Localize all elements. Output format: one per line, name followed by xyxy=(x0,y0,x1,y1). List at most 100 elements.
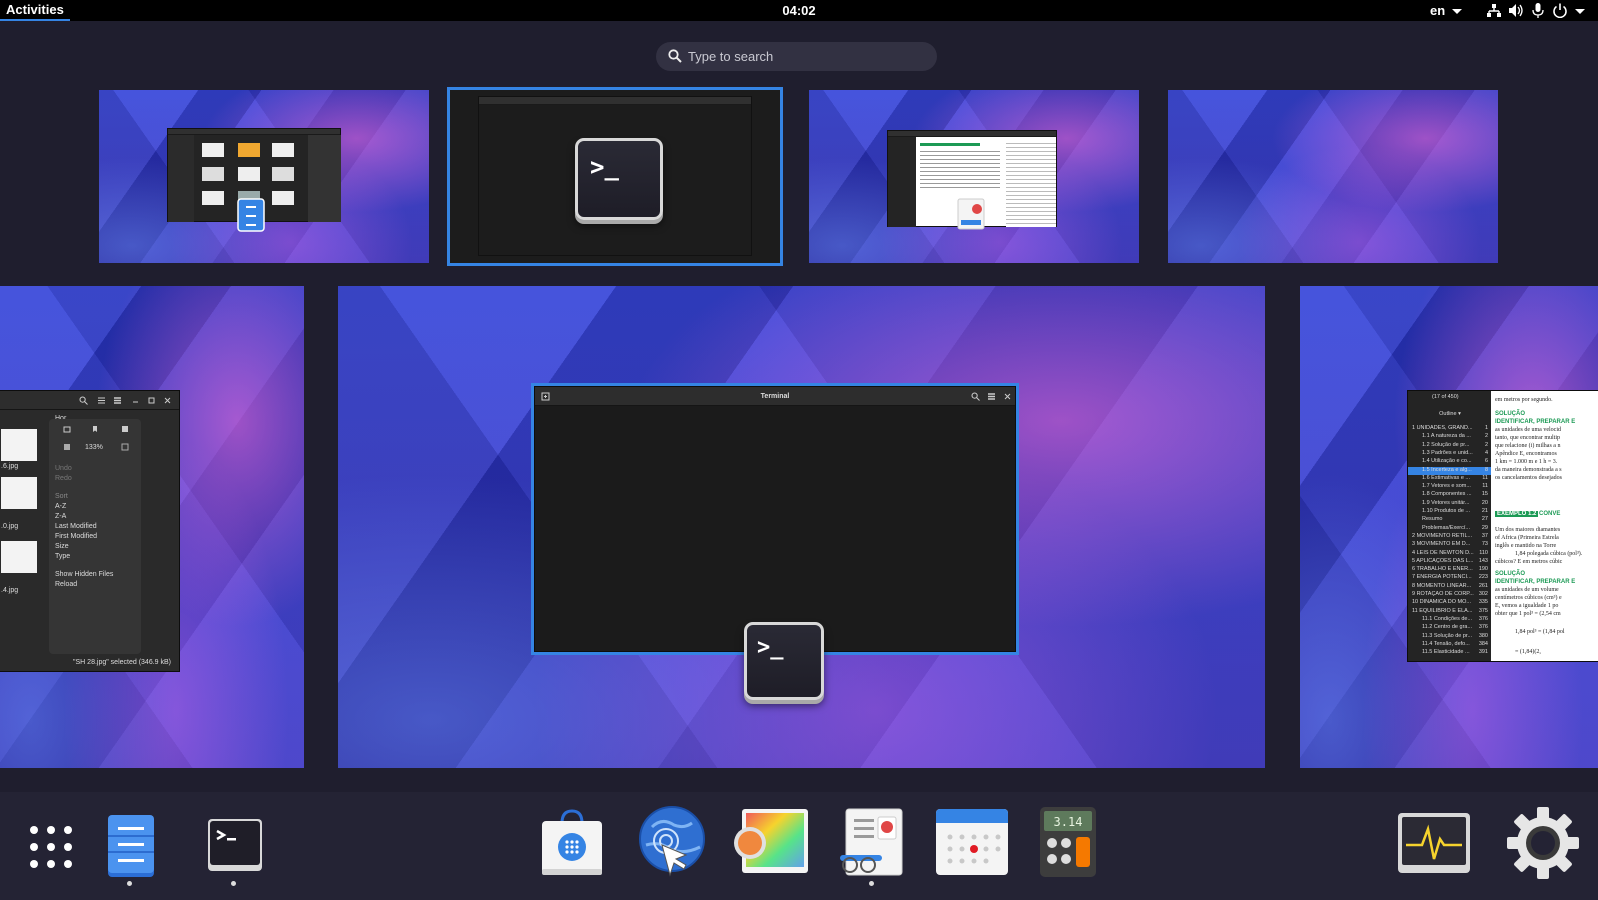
outline-item[interactable]: 8 MOMENTO LINEAR... 261 xyxy=(1408,583,1491,591)
file-thumbnail[interactable] xyxy=(1,541,37,573)
menu-item-undo[interactable]: Undo xyxy=(55,465,72,472)
outline-item[interactable]: 1.3 Padrões e unid... 4 xyxy=(1408,450,1491,458)
outline-item-label: 3 MOVIMENTO EM D... xyxy=(1412,541,1471,548)
microphone-icon[interactable] xyxy=(1530,3,1546,18)
zoom-in-icon[interactable] xyxy=(121,443,129,451)
file-thumbnail[interactable] xyxy=(1,477,37,509)
outline-item[interactable]: 11 EQUILÍBRIO E ELA... 375 xyxy=(1408,608,1491,616)
outline-item[interactable]: 1.1 A natureza da ... 2 xyxy=(1408,433,1491,441)
outline-item[interactable]: 1 UNIDADES, GRAND... 1 xyxy=(1408,425,1491,433)
outline-item-label: 1.3 Padrões e unid... xyxy=(1422,449,1473,456)
outline-item[interactable]: 11.4 Tensão, defo... 384 xyxy=(1408,641,1491,649)
outline-item-label: 7 ENERGIA POTENCI... xyxy=(1412,574,1472,581)
search-input[interactable] xyxy=(688,42,928,71)
menu-item-type[interactable]: Type xyxy=(55,553,70,560)
outline-item-label: 2 MOVIMENTO RETIL... xyxy=(1412,532,1473,539)
menu-item-first-modified[interactable]: First Modified xyxy=(55,533,97,540)
files-window[interactable]: Hor .6.jpg .0.jpg .4.jpg 133% Undo Redo … xyxy=(0,390,180,672)
outline-dropdown[interactable]: Outline ▾ xyxy=(1412,411,1488,417)
new-tab-icon[interactable] xyxy=(541,392,550,401)
page-text-line: em metros por segundo. xyxy=(1495,397,1553,403)
system-menu-chevron-icon[interactable] xyxy=(1574,3,1586,18)
document-viewer-window[interactable]: (17 of 450) Outline ▾ 1 UNIDADES, GRAND.… xyxy=(1407,390,1598,662)
outline-item-label: 1.5 Incerteza e alg... xyxy=(1422,466,1472,473)
calendar-icon xyxy=(936,809,1008,875)
minimize-icon[interactable] xyxy=(131,396,140,405)
dock-item-software[interactable] xyxy=(536,803,608,881)
menu-item-sort-za[interactable]: Z-A xyxy=(55,513,66,520)
outline-item[interactable]: 5 APLICAÇÕES DAS L... 143 xyxy=(1408,558,1491,566)
search-entry[interactable] xyxy=(656,42,937,71)
outline-item[interactable]: 3 MOVIMENTO EM D... 73 xyxy=(1408,541,1491,549)
terminal-window[interactable]: Terminal xyxy=(531,383,1019,655)
outline-item[interactable]: 1.4 Utilização e co... 6 xyxy=(1408,458,1491,466)
maximize-icon[interactable] xyxy=(147,396,156,405)
outline-item[interactable]: 1.2 Solução de pr... 2 xyxy=(1408,442,1491,450)
power-icon[interactable] xyxy=(1552,3,1568,18)
input-method-label: en xyxy=(1430,3,1446,18)
menu-icon[interactable] xyxy=(987,392,996,401)
outline-item[interactable]: 10 DINÂMICA DO MO... 335 xyxy=(1408,599,1491,607)
volume-icon[interactable] xyxy=(1508,3,1524,18)
menu-item-sort-az[interactable]: A-Z xyxy=(55,503,66,510)
bookmark-icon[interactable] xyxy=(91,425,99,433)
activities-button[interactable]: Activities xyxy=(0,0,70,21)
document-page[interactable]: em metros por segundo. SOLUÇÃO IDENTIFICAR… xyxy=(1491,391,1598,661)
network-icon[interactable] xyxy=(1486,3,1502,18)
outline-item[interactable]: 11.1 Condições de... 376 xyxy=(1408,616,1491,624)
outline-item[interactable]: 9 ROTAÇÃO DE CORP... 302 xyxy=(1408,591,1491,599)
dock-item-settings[interactable] xyxy=(1504,803,1579,881)
workspace-thumbnail-1[interactable] xyxy=(99,90,429,263)
workspace-thumbnail-3[interactable] xyxy=(809,90,1139,263)
dock-item-system-monitor[interactable] xyxy=(1394,803,1470,881)
workspace-thumbnail-4[interactable] xyxy=(1168,90,1498,263)
search-icon[interactable] xyxy=(971,392,980,401)
menu-icon[interactable] xyxy=(113,396,122,405)
outline-item[interactable]: 2 MOVIMENTO RETIL... 37 xyxy=(1408,533,1491,541)
workspace-preview-right[interactable]: (17 of 450) Outline ▾ 1 UNIDADES, GRAND.… xyxy=(1300,286,1598,768)
close-icon[interactable] xyxy=(1003,392,1012,401)
menu-item-size[interactable]: Size xyxy=(55,543,69,550)
zoom-out-icon[interactable] xyxy=(63,443,71,451)
outline-item[interactable]: 1.5 Incerteza e alg... 8 xyxy=(1408,466,1491,475)
dock-item-calculator[interactable]: 3.14 xyxy=(1032,803,1104,881)
new-folder-icon[interactable] xyxy=(63,425,71,433)
menu-item-show-hidden[interactable]: Show Hidden Files xyxy=(55,571,113,578)
outline-item[interactable]: Resumo 27 xyxy=(1408,516,1491,524)
file-thumbnail[interactable] xyxy=(1,429,37,461)
outline-item[interactable]: 1.6 Estimativas e ... 11 xyxy=(1408,475,1491,483)
page-indicator[interactable]: (17 of 450) xyxy=(1432,394,1459,400)
workspace-preview-left[interactable]: Hor .6.jpg .0.jpg .4.jpg 133% Undo Redo … xyxy=(0,286,304,768)
outline-item[interactable]: 11.2 Centro de gra... 376 xyxy=(1408,624,1491,632)
dock-item-calendar[interactable] xyxy=(936,803,1008,881)
dock-item-terminal[interactable] xyxy=(198,803,270,881)
dock-item-document-viewer[interactable] xyxy=(836,803,908,881)
outline-item[interactable]: 1.9 Vetores unitár... 20 xyxy=(1408,500,1491,508)
search-icon[interactable] xyxy=(79,396,88,405)
outline-item[interactable]: 7 ENERGIA POTENCI... 223 xyxy=(1408,574,1491,582)
menu-item-last-modified[interactable]: Last Modified xyxy=(55,523,97,530)
outline-item[interactable]: 1.10 Produtos de ... 21 xyxy=(1408,508,1491,516)
workspace-preview-current[interactable]: Terminal >_ xyxy=(338,286,1265,768)
close-icon[interactable] xyxy=(163,396,172,405)
outline-item[interactable]: 4 LEIS DE NEWTON D... 110 xyxy=(1408,550,1491,558)
terminal-content[interactable] xyxy=(535,406,1015,651)
outline-item[interactable]: 11.5 Elasticidade ... 391 xyxy=(1408,649,1491,657)
outline-item[interactable]: 11.3 Solução de pr... 380 xyxy=(1408,633,1491,641)
outline-item[interactable]: Problemas/Exercí... 29 xyxy=(1408,525,1491,533)
menu-item-redo[interactable]: Redo xyxy=(55,475,72,482)
open-terminal-icon[interactable] xyxy=(121,425,129,433)
view-options-icon[interactable] xyxy=(97,396,106,405)
clock-label[interactable]: 04:02 xyxy=(782,3,815,18)
page-text-line: EXEMPLO 1.2 xyxy=(1495,511,1539,517)
outline-item[interactable]: 6 TRABALHO E ENER... 190 xyxy=(1408,566,1491,574)
dock-item-image-viewer[interactable] xyxy=(732,803,808,881)
dock-item-web[interactable] xyxy=(634,803,706,881)
workspace-thumbnail-2[interactable]: >_ xyxy=(447,87,783,266)
menu-item-reload[interactable]: Reload xyxy=(55,581,77,588)
input-method-indicator[interactable]: en xyxy=(1430,0,1462,21)
outline-item[interactable]: 1.7 Vetores e som... 11 xyxy=(1408,483,1491,491)
outline-item[interactable]: 1.8 Componentes ... 15 xyxy=(1408,491,1491,499)
show-apps-button[interactable] xyxy=(10,803,82,881)
dock-item-files[interactable] xyxy=(94,803,166,881)
